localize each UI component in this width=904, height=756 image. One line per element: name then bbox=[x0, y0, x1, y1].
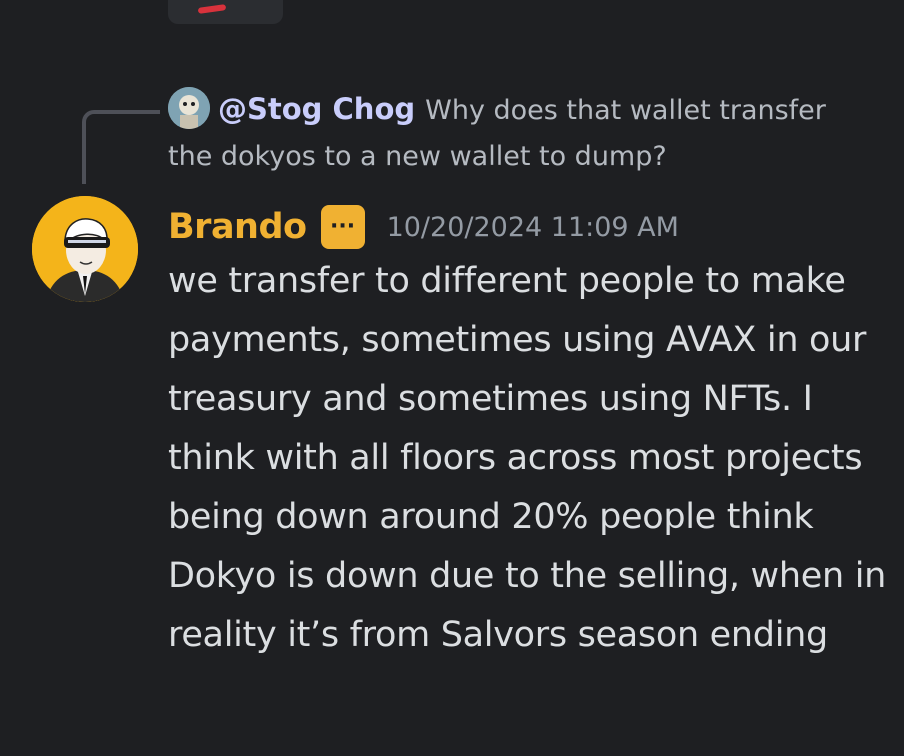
previous-attachment-card[interactable] bbox=[168, 0, 283, 24]
reply-connector bbox=[82, 110, 160, 184]
reply-mention[interactable]: @Stog Chog bbox=[218, 92, 415, 126]
replied-message[interactable]: @Stog Chog Why does that wallet transfer … bbox=[168, 86, 868, 180]
message-header: Brando ··· 10/20/2024 11:09 AM bbox=[168, 200, 679, 254]
author-username[interactable]: Brando bbox=[168, 207, 307, 247]
more-badge-icon[interactable]: ··· bbox=[320, 205, 365, 249]
brando-avatar-icon[interactable] bbox=[32, 196, 138, 302]
message-content: we transfer to different people to make … bbox=[168, 261, 887, 655]
message-timestamp[interactable]: 10/20/2024 11:09 AM bbox=[387, 212, 679, 243]
stog-chog-avatar-icon[interactable] bbox=[168, 87, 210, 129]
attachment-thumbnail bbox=[197, 4, 227, 14]
